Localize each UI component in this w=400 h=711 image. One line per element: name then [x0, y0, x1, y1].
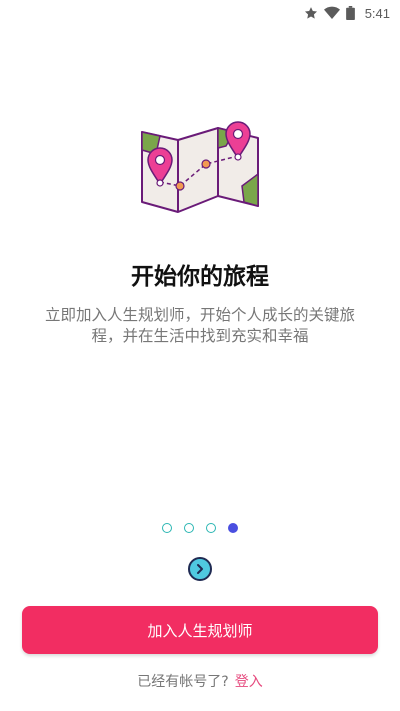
next-page-button[interactable] — [188, 557, 212, 581]
map-with-pins-icon — [141, 121, 259, 213]
wifi-icon — [323, 6, 340, 20]
login-link[interactable]: 登入 — [235, 674, 263, 690]
onboarding-screen: 5:41 开始你的旅程 立即加入人生规划师，开始个人成长的关键旅程，并在生活中找… — [0, 0, 400, 711]
chevron-right-icon — [197, 564, 203, 574]
status-time: 5:41 — [364, 5, 390, 21]
page-title: 开始你的旅程 — [131, 264, 269, 290]
page-subtitle: 立即加入人生规划师，开始个人成长的关键旅程，并在生活中找到充实和幸福 — [44, 306, 355, 345]
join-button[interactable]: 加入人生规划师 — [22, 606, 378, 654]
page-dot-2[interactable] — [184, 523, 194, 533]
status-bar: 5:41 — [0, 0, 400, 26]
battery-icon — [345, 6, 355, 20]
star-icon — [304, 7, 317, 19]
page-dot-4-active[interactable] — [228, 523, 238, 533]
login-prompt: 已经有帐号了? — [137, 674, 229, 690]
page-indicator — [0, 523, 400, 533]
page-dot-1[interactable] — [162, 523, 172, 533]
page-dot-3[interactable] — [206, 523, 216, 533]
login-row: 已经有帐号了? 登入 — [0, 671, 400, 691]
